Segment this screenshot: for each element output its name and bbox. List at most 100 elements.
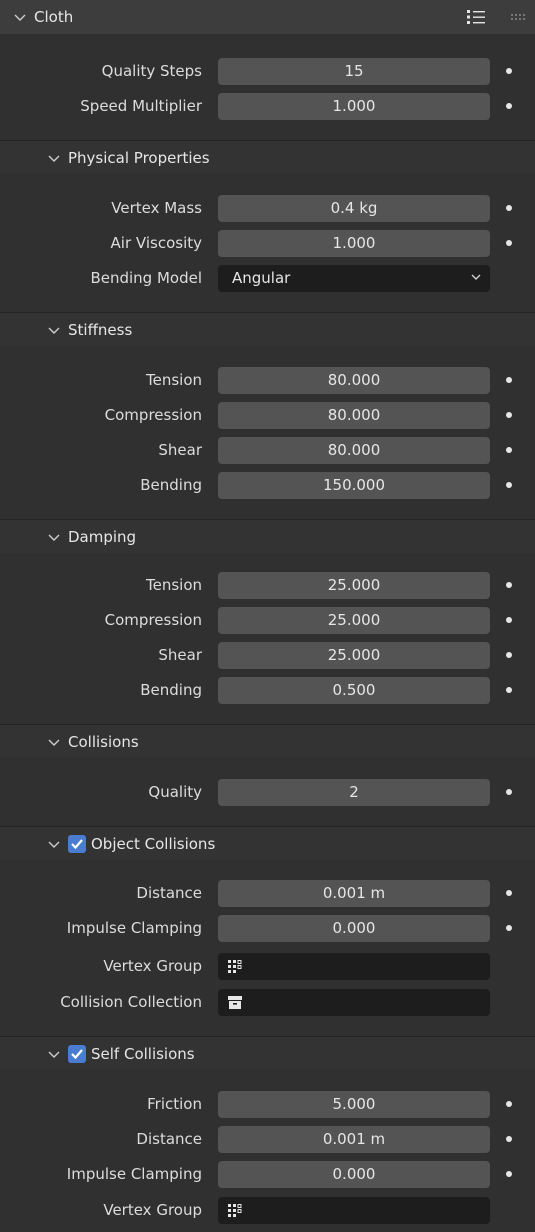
damping-compression-row: Compression 25.000 xyxy=(0,603,535,637)
field-label: Compression xyxy=(104,611,202,629)
damping-bending-row: Bending 0.500 xyxy=(0,673,535,707)
air-viscosity-field[interactable]: 1.000 xyxy=(218,230,490,257)
bending-model-row: Bending Model Angular xyxy=(0,261,535,295)
dropdown-value: Angular xyxy=(232,269,291,287)
section-title: Stiffness xyxy=(68,320,133,339)
keyframe-dot-icon[interactable] xyxy=(506,240,512,246)
keyframe-dot-icon[interactable] xyxy=(506,890,512,896)
field-label: Impulse Clamping xyxy=(66,919,202,937)
quality-steps-row: Quality Steps 15 xyxy=(0,54,535,88)
stiffness-shear-row: Shear 80.000 xyxy=(0,433,535,467)
section-title: Object Collisions xyxy=(91,834,216,853)
self-friction-field[interactable]: 5.000 xyxy=(218,1091,490,1118)
section-title: Collisions xyxy=(68,732,139,751)
self-friction-row: Friction 5.000 xyxy=(0,1087,535,1121)
self-vertex-group-field[interactable] xyxy=(218,1197,490,1224)
keyframe-dot-icon[interactable] xyxy=(506,1101,512,1107)
object-collisions-header[interactable]: Object Collisions xyxy=(0,826,535,860)
vertex-group-icon xyxy=(228,1204,242,1217)
self-distance-row: Distance 0.001 m xyxy=(0,1122,535,1156)
speed-multiplier-field[interactable]: 1.000 xyxy=(218,93,490,120)
air-viscosity-row: Air Viscosity 1.000 xyxy=(0,226,535,260)
stiffness-shear-field[interactable]: 80.000 xyxy=(218,437,490,464)
object-vertex-group-row: Vertex Group xyxy=(0,949,535,983)
self-collisions-checkbox[interactable] xyxy=(68,1044,86,1063)
keyframe-dot-icon[interactable] xyxy=(506,925,512,931)
keyframe-dot-icon[interactable] xyxy=(506,205,512,211)
keyframe-dot-icon[interactable] xyxy=(506,68,512,74)
damping-tension-field[interactable]: 25.000 xyxy=(218,572,490,599)
object-distance-field[interactable]: 0.001 m xyxy=(218,880,490,907)
keyframe-dot-icon[interactable] xyxy=(506,582,512,588)
collision-quality-field[interactable]: 2 xyxy=(218,779,490,806)
damping-header[interactable]: Damping xyxy=(0,519,535,553)
chevron-down-icon xyxy=(14,14,26,21)
object-impulse-clamping-field[interactable]: 0.000 xyxy=(218,915,490,942)
damping-shear-row: Shear 25.000 xyxy=(0,638,535,672)
damping-bending-field[interactable]: 0.500 xyxy=(218,677,490,704)
keyframe-dot-icon[interactable] xyxy=(506,789,512,795)
section-title: Damping xyxy=(68,527,137,546)
object-distance-row: Distance 0.001 m xyxy=(0,876,535,910)
field-label: Shear xyxy=(158,441,202,459)
chevron-down-icon xyxy=(48,841,60,848)
chevron-down-icon xyxy=(471,274,481,280)
field-label: Distance xyxy=(136,884,202,902)
collection-box-icon xyxy=(228,996,242,1009)
object-collisions-checkbox[interactable] xyxy=(68,834,86,853)
stiffness-header[interactable]: Stiffness xyxy=(0,312,535,346)
keyframe-dot-icon[interactable] xyxy=(506,412,512,418)
keyframe-dot-icon[interactable] xyxy=(506,1136,512,1142)
self-impulse-clamping-field[interactable]: 0.000 xyxy=(218,1161,490,1188)
chevron-down-icon xyxy=(48,155,60,162)
self-collisions-header[interactable]: Self Collisions xyxy=(0,1036,535,1070)
damping-shear-field[interactable]: 25.000 xyxy=(218,642,490,669)
field-label: Speed Multiplier xyxy=(80,97,202,115)
field-label: Quality Steps xyxy=(101,62,202,80)
stiffness-compression-field[interactable]: 80.000 xyxy=(218,402,490,429)
section-title: Self Collisions xyxy=(91,1044,195,1063)
damping-tension-row: Tension 25.000 xyxy=(0,568,535,602)
drag-grip-icon[interactable] xyxy=(511,14,527,20)
field-label: Vertex Group xyxy=(103,957,202,975)
field-label: Friction xyxy=(147,1095,202,1113)
keyframe-dot-icon[interactable] xyxy=(506,687,512,693)
physical-properties-header[interactable]: Physical Properties xyxy=(0,140,535,174)
stiffness-compression-row: Compression 80.000 xyxy=(0,398,535,432)
quality-steps-field[interactable]: 15 xyxy=(218,58,490,85)
collision-collection-field[interactable] xyxy=(218,989,490,1016)
field-label: Quality xyxy=(148,783,202,801)
vertex-mass-field[interactable]: 0.4 kg xyxy=(218,195,490,222)
field-label: Collision Collection xyxy=(60,993,202,1011)
keyframe-dot-icon[interactable] xyxy=(506,447,512,453)
object-vertex-group-field[interactable] xyxy=(218,953,490,980)
chevron-down-icon xyxy=(48,1051,60,1058)
cloth-panel-header[interactable]: Cloth xyxy=(0,0,535,34)
collisions-header[interactable]: Collisions xyxy=(0,724,535,758)
damping-compression-field[interactable]: 25.000 xyxy=(218,607,490,634)
field-label: Distance xyxy=(136,1130,202,1148)
stiffness-tension-field[interactable]: 80.000 xyxy=(218,367,490,394)
field-label: Compression xyxy=(104,406,202,424)
chevron-down-icon xyxy=(48,327,60,334)
field-label: Vertex Group xyxy=(103,1201,202,1219)
keyframe-dot-icon[interactable] xyxy=(506,377,512,383)
stiffness-bending-field[interactable]: 150.000 xyxy=(218,472,490,499)
list-presets-icon[interactable] xyxy=(467,9,485,25)
keyframe-dot-icon[interactable] xyxy=(506,617,512,623)
vertex-group-icon xyxy=(228,960,242,973)
bending-model-dropdown[interactable]: Angular xyxy=(218,265,490,292)
keyframe-dot-icon[interactable] xyxy=(506,652,512,658)
field-label: Vertex Mass xyxy=(111,199,202,217)
field-label: Bending xyxy=(140,476,202,494)
self-impulse-clamping-row: Impulse Clamping 0.000 xyxy=(0,1157,535,1191)
field-label: Shear xyxy=(158,646,202,664)
field-label: Bending xyxy=(140,681,202,699)
keyframe-dot-icon[interactable] xyxy=(506,103,512,109)
keyframe-dot-icon[interactable] xyxy=(506,1171,512,1177)
keyframe-dot-icon[interactable] xyxy=(506,482,512,488)
section-title: Physical Properties xyxy=(68,148,210,167)
stiffness-tension-row: Tension 80.000 xyxy=(0,363,535,397)
checkmark-icon xyxy=(71,838,83,849)
self-distance-field[interactable]: 0.001 m xyxy=(218,1126,490,1153)
